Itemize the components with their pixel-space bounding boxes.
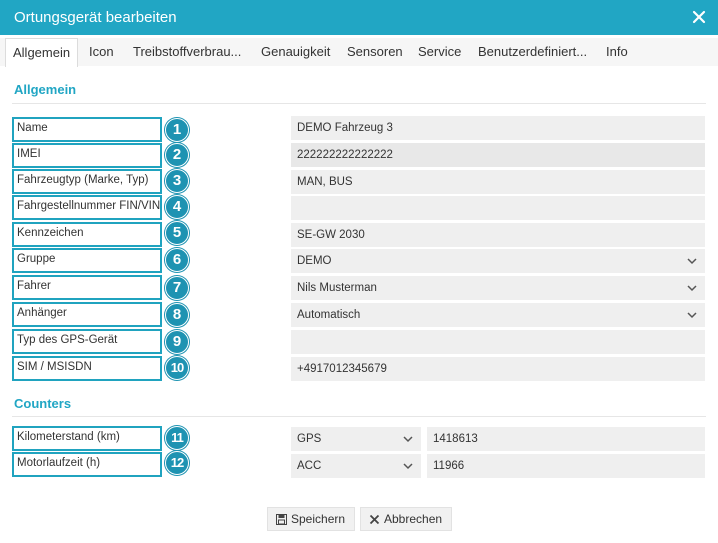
floppy-disk-icon: [276, 514, 287, 525]
name-input[interactable]: [291, 116, 705, 140]
imei-input[interactable]: [291, 143, 705, 167]
tab-sensors[interactable]: Sensoren: [340, 38, 410, 66]
callout-badge: 4: [165, 195, 189, 219]
field-label-sim: SIM / MSISDN: [12, 356, 162, 381]
callout-badge: 1: [165, 118, 189, 142]
tab-icon[interactable]: Icon: [82, 38, 121, 66]
field-label-trailer: Anhänger: [12, 302, 162, 327]
cancel-button-label: Abbrechen: [384, 512, 443, 526]
engine-hours-source-value: ACC: [297, 460, 322, 472]
odometer-input[interactable]: [427, 427, 705, 451]
callout-badge: 10: [165, 356, 189, 380]
sim-input[interactable]: [291, 357, 705, 381]
cross-icon: [369, 514, 380, 525]
field-label-imei: IMEI: [12, 143, 162, 168]
engine-hours-input[interactable]: [427, 454, 705, 478]
callout-badge: 11: [165, 426, 189, 450]
save-button[interactable]: Speichern: [267, 507, 356, 531]
field-label-name: Name: [12, 117, 162, 142]
section-divider: [12, 103, 706, 104]
license-plate-input[interactable]: [291, 223, 705, 247]
field-label-engine-hours: Motorlaufzeit (h): [12, 452, 162, 477]
driver-select-value: Nils Musterman: [297, 282, 377, 294]
callout-badge: 5: [165, 221, 189, 245]
vin-input[interactable]: [291, 196, 705, 220]
group-select[interactable]: DEMO: [291, 249, 705, 273]
tab-service[interactable]: Service: [411, 38, 468, 66]
chevron-down-icon: [403, 463, 413, 470]
gps-device-type-input[interactable]: [291, 330, 705, 354]
cancel-button[interactable]: Abbrechen: [360, 507, 453, 531]
close-icon[interactable]: [692, 8, 706, 26]
tab-info[interactable]: Info: [599, 38, 635, 66]
field-label-group: Gruppe: [12, 248, 162, 273]
tab-custom[interactable]: Benutzerdefiniert...: [471, 38, 594, 66]
engine-hours-source-select[interactable]: ACC: [291, 454, 421, 478]
section-title-counters: Counters: [14, 396, 72, 411]
callout-badge: 6: [165, 248, 189, 272]
trailer-select[interactable]: Automatisch: [291, 303, 705, 327]
chevron-down-icon: [687, 285, 697, 292]
callout-badge: 8: [165, 303, 189, 327]
trailer-select-value: Automatisch: [297, 309, 361, 321]
field-label-gps-device-type: Typ des GPS-Gerät: [12, 329, 162, 354]
group-select-value: DEMO: [297, 255, 332, 267]
save-button-label: Speichern: [291, 512, 346, 526]
section-divider: [12, 416, 706, 417]
field-label-driver: Fahrer: [12, 275, 162, 300]
tab-fuel-consumption[interactable]: Treibstoffverbrau...: [126, 38, 248, 66]
callout-badge: 9: [165, 330, 189, 354]
odometer-source-select[interactable]: GPS: [291, 427, 421, 451]
chevron-down-icon: [687, 312, 697, 319]
field-label-odometer: Kilometerstand (km): [12, 426, 162, 451]
dialog-titlebar: Ortungsgerät bearbeiten: [0, 0, 718, 35]
callout-badge: 12: [165, 451, 189, 475]
driver-select[interactable]: Nils Musterman: [291, 276, 705, 300]
dialog-title: Ortungsgerät bearbeiten: [14, 9, 177, 26]
callout-badge: 2: [165, 143, 189, 167]
chevron-down-icon: [403, 436, 413, 443]
vehicle-type-input[interactable]: [291, 170, 705, 194]
chevron-down-icon: [687, 258, 697, 265]
odometer-source-value: GPS: [297, 433, 322, 445]
section-title-general: Allgemein: [14, 82, 77, 97]
field-label-license-plate: Kennzeichen: [12, 222, 162, 247]
field-label-vin: Fahrgestellnummer FIN/VIN: [12, 195, 162, 220]
callout-badge: 3: [165, 169, 189, 193]
callout-badge: 7: [165, 276, 189, 300]
tab-allgemein[interactable]: Allgemein: [5, 38, 79, 67]
tab-accuracy[interactable]: Genauigkeit: [254, 38, 337, 66]
field-label-vehicle-type: Fahrzeugtyp (Marke, Typ): [12, 169, 162, 194]
tab-bar: Allgemein Icon Treibstoffverbrau... Gena…: [0, 38, 718, 67]
